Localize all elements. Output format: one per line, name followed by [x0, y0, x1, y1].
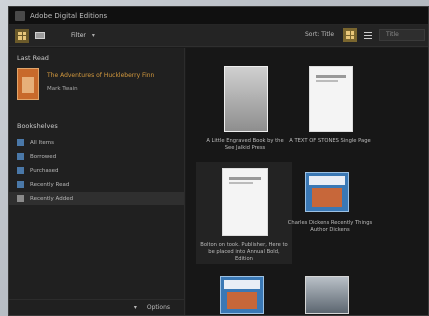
options-chevron-icon[interactable]: ▾ — [134, 304, 137, 311]
chevron-down-icon: ▾ — [91, 32, 95, 39]
shelf-icon — [17, 181, 24, 188]
list-icon — [364, 31, 372, 39]
shelf-purchased[interactable]: Purchased — [9, 164, 184, 177]
bookshelves-heading: Bookshelves — [17, 122, 58, 130]
book-item-selected[interactable]: Bolton on took. Publisher, Here to be pl… — [196, 162, 292, 264]
title-bar: Adobe Digital Editions — [9, 7, 428, 25]
shelf-label: Purchased — [30, 167, 59, 174]
book-cover[interactable] — [222, 168, 268, 236]
book-item[interactable]: A TEXT OF STONES Single Page — [285, 58, 375, 154]
shelf-label: All Items — [30, 139, 54, 146]
shelf-icon — [17, 153, 24, 160]
toolbar: Filter ▾ Sort: Title Title — [9, 25, 428, 47]
last-read-title[interactable]: The Adventures of Huckleberry Finn — [47, 72, 154, 79]
shelf-label: Borrowed — [30, 153, 57, 160]
app-window: Adobe Digital Editions Filter ▾ Sort: Ti… — [8, 6, 429, 316]
last-read-heading: Last Read — [17, 54, 49, 62]
options-button[interactable]: Options — [147, 304, 170, 311]
book-caption: A Little Engraved Book by the See Jalkid… — [206, 138, 284, 151]
book-item[interactable] — [285, 272, 375, 315]
book-grid: A Little Engraved Book by the See Jalkid… — [186, 48, 428, 315]
shelf-borrowed[interactable]: Borrowed — [9, 150, 184, 163]
book-item[interactable]: A Little Engraved Book by the See Jalkid… — [200, 58, 290, 154]
book-item[interactable] — [200, 272, 290, 315]
book-cover[interactable] — [305, 276, 349, 314]
list-view-toggle[interactable] — [361, 28, 375, 42]
filter-dropdown[interactable]: Filter ▾ — [71, 32, 95, 39]
app-icon — [15, 10, 25, 21]
thumbnail-view-toggle[interactable] — [343, 28, 357, 42]
shelf-label: Recently Read — [30, 181, 70, 188]
filter-label: Filter — [71, 32, 86, 39]
book-caption: Charles Dickens Recently Things Author D… — [287, 220, 373, 233]
book-cover[interactable] — [309, 66, 353, 132]
reading-view-button[interactable] — [33, 29, 47, 43]
last-read-author: Mark Twain — [47, 86, 78, 92]
last-read-item[interactable]: The Adventures of Huckleberry Finn Mark … — [9, 62, 184, 106]
thumbnails-icon — [346, 31, 354, 39]
book-caption: A TEXT OF STONES Single Page — [289, 138, 371, 144]
book-icon — [35, 32, 45, 39]
library-view-button[interactable] — [15, 28, 29, 43]
shelf-recently-added[interactable]: Recently Added — [9, 192, 184, 205]
sidebar-footer: ▾ Options — [9, 299, 184, 315]
book-cover[interactable] — [224, 66, 268, 132]
grid-icon — [18, 31, 26, 40]
shelf-recently-read[interactable]: Recently Read — [9, 178, 184, 191]
search-input[interactable]: Title — [379, 29, 425, 41]
shelf-icon — [17, 139, 24, 146]
shelf-all-items[interactable]: All Items — [9, 136, 184, 149]
book-cover[interactable] — [220, 276, 264, 314]
shelf-icon — [17, 167, 24, 174]
last-read-cover[interactable] — [17, 68, 39, 100]
shelf-label: Recently Added — [30, 195, 74, 202]
sort-dropdown[interactable]: Sort: Title — [305, 31, 334, 38]
book-cover[interactable] — [305, 172, 349, 212]
book-caption: Bolton on took. Publisher, Here to be pl… — [200, 242, 288, 262]
shelf-icon — [17, 195, 24, 202]
window-title: Adobe Digital Editions — [30, 11, 108, 20]
sidebar: Last Read The Adventures of Huckleberry … — [9, 48, 185, 315]
book-item[interactable]: Charles Dickens Recently Things Author D… — [285, 162, 375, 258]
